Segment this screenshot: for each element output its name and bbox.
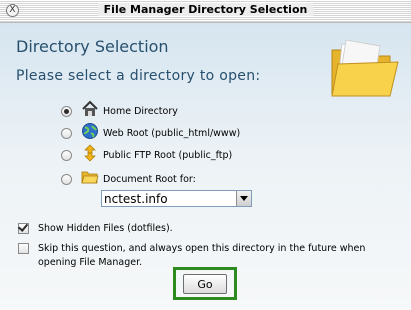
window-title: File Manager Directory Selection (97, 3, 314, 16)
document-root-radio[interactable] (61, 174, 72, 185)
title-bar: X File Manager Directory Selection (0, 0, 411, 23)
skip-question-label: Skip this question, and always open this… (38, 243, 366, 268)
page-title: Directory Selection (16, 37, 169, 56)
domain-select[interactable]: nctest.info (101, 190, 252, 207)
public-ftp-radio[interactable] (61, 150, 72, 161)
web-root-radio[interactable] (61, 128, 72, 139)
skip-question-checkbox[interactable] (18, 243, 29, 254)
folder-icon (81, 171, 99, 184)
show-hidden-checkbox[interactable] (18, 223, 29, 234)
open-folder-icon (331, 40, 399, 97)
ftp-arrows-icon (84, 144, 96, 162)
home-directory-label: Home Directory (103, 106, 178, 117)
chevron-down-icon[interactable] (236, 191, 251, 206)
public-ftp-label: Public FTP Root (public_ftp) (103, 150, 233, 161)
document-root-label: Document Root for: (103, 174, 196, 185)
domain-select-value: nctest.info (104, 192, 168, 206)
go-button[interactable]: Go (183, 274, 227, 294)
home-directory-radio[interactable] (61, 106, 72, 117)
globe-icon (82, 123, 98, 139)
instruction-text: Please select a directory to open: (16, 68, 261, 84)
web-root-label: Web Root (public_html/www) (103, 128, 241, 139)
house-icon (82, 100, 98, 116)
show-hidden-label: Show Hidden Files (dotfiles). (38, 223, 173, 234)
